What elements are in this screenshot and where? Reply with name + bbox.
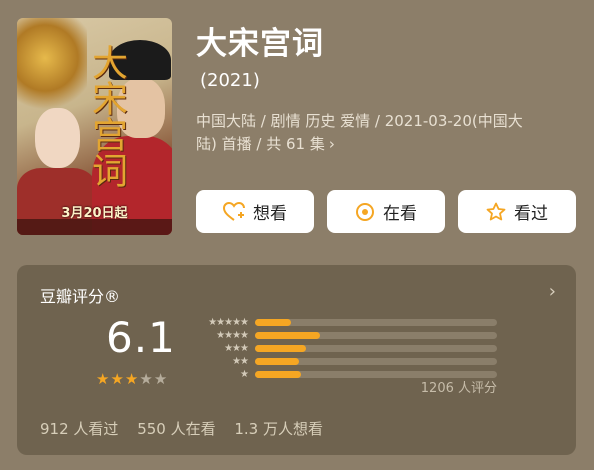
rating-star-icon: ★: [139, 370, 154, 388]
distribution-row: ★★★★: [193, 329, 513, 342]
poster-footer: [17, 219, 172, 235]
want-label: 想看: [253, 204, 287, 224]
watching-count: 550 人在看: [137, 420, 216, 438]
watching-label: 在看: [383, 204, 417, 224]
rating-star-icon: ★: [153, 370, 169, 388]
distribution-bar: [255, 358, 299, 365]
watching-button[interactable]: 在看: [327, 190, 445, 233]
distribution-stars-icon: ★: [240, 369, 249, 380]
rating-star-icon: ★: [124, 370, 140, 388]
chevron-right-icon: ›: [328, 135, 335, 153]
distribution-bar: [255, 332, 321, 339]
rating-star-icon: ★: [96, 370, 111, 388]
meta-line-2: 陆) 首播 / 共 61 集: [196, 135, 325, 153]
engagement-stats: 912 人看过 550 人在看 1.3 万人想看: [40, 418, 337, 439]
distribution-bar: [255, 345, 306, 352]
distribution-row: ★★★: [193, 342, 513, 355]
rating-score: 6.1: [106, 313, 176, 362]
watched-label: 看过: [514, 204, 548, 224]
target-circle-icon: [356, 202, 374, 221]
distribution-row: ★★★★★: [193, 316, 513, 329]
distribution-stars-icon: ★★★★★: [208, 317, 249, 328]
distribution-stars-icon: ★★★★: [216, 330, 249, 341]
rating-card[interactable]: 豆瓣评分® › 6.1 ★★★★★ ★★★★★ ★★★★ ★★★ ★★ ★ 1206 人…: [17, 265, 576, 455]
poster-image[interactable]: 大宋宫词 3月20日起: [17, 18, 172, 235]
distribution-track: [255, 345, 497, 352]
chevron-right-icon[interactable]: ›: [549, 281, 556, 302]
rating-label: 豆瓣评分®: [40, 287, 121, 306]
distribution-track: [255, 319, 497, 326]
rating-count: 1206 人评分: [420, 381, 497, 396]
watched-button[interactable]: 看过: [458, 190, 576, 233]
rating-star-icon: ★: [110, 370, 125, 388]
distribution-row: ★★: [193, 355, 513, 368]
page-title: 大宋宫词: [196, 26, 324, 62]
rating-distribution: ★★★★★ ★★★★ ★★★ ★★ ★: [193, 316, 513, 381]
distribution-bar: [255, 319, 292, 326]
want-button[interactable]: 想看: [196, 190, 314, 233]
heart-plus-icon: [223, 201, 245, 221]
meta-line-1: 中国大陆 / 剧情 历史 爱情 / 2021-03-20(中国大: [196, 112, 523, 130]
poster-calligraphy: 大宋宫词: [86, 44, 127, 188]
want-count: 1.3 万人想看: [234, 420, 323, 438]
distribution-track: [255, 358, 497, 365]
star-outline-icon: [486, 202, 506, 220]
release-year: (2021): [200, 70, 260, 91]
distribution-track: [255, 332, 497, 339]
distribution-bar: [255, 371, 301, 378]
distribution-stars-icon: ★★★: [224, 343, 249, 354]
watched-count: 912 人看过: [40, 420, 119, 438]
distribution-stars-icon: ★★: [232, 356, 249, 367]
rating-stars: ★★★★★: [96, 370, 168, 388]
poster-woman: [35, 108, 80, 168]
show-meta[interactable]: 中国大陆 / 剧情 历史 爱情 / 2021-03-20(中国大 陆) 首播 /…: [196, 110, 576, 156]
